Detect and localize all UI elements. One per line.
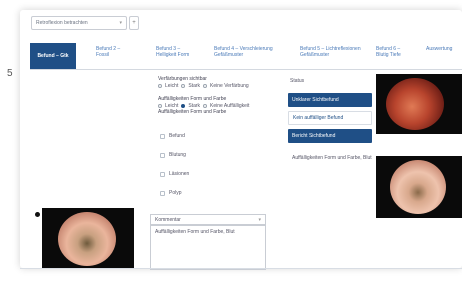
- checkbox[interactable]: [160, 190, 165, 196]
- tab-auswertung[interactable]: Auswertung: [422, 43, 462, 69]
- radio-button[interactable]: [158, 83, 162, 88]
- radio-button[interactable]: [203, 83, 208, 88]
- checkbox-label: Befund: [169, 133, 185, 139]
- endoscopy-image-main[interactable]: [42, 208, 134, 268]
- app-window: Retroflexion betrachten ▾ + Befund – Gtk…: [20, 10, 462, 270]
- checkbox-laesionen[interactable]: Läsionen: [160, 171, 189, 177]
- unklarer-sichtbefund-button[interactable]: Unklarer Sichtbefund: [288, 93, 372, 107]
- radio-button[interactable]: [181, 83, 186, 88]
- radio-button-selected[interactable]: [181, 103, 186, 108]
- radio-label: Keine Verfärbung: [210, 82, 249, 89]
- question-note: Auffälligkeiten Form und Farbe: [158, 109, 227, 115]
- tab-befund-gtk[interactable]: Befund – Gtk: [30, 43, 76, 69]
- tab-divider: [30, 69, 462, 70]
- tab-befund-5[interactable]: Befund 5 – Lichtreflexionen Gefäßmuster: [296, 43, 368, 69]
- radio-label: Leicht: [165, 82, 179, 89]
- side-marker: 5: [7, 68, 13, 79]
- checkbox[interactable]: [160, 133, 165, 139]
- bericht-sichtbefund-button[interactable]: Bericht Sichtbefund: [288, 129, 372, 143]
- chevron-down-icon: ▾: [119, 20, 122, 26]
- tab-bar: Befund – Gtk Befund 2 – Fossil Befund 3 …: [20, 43, 462, 69]
- chevron-down-icon: ▾: [258, 216, 261, 223]
- radio-button[interactable]: [203, 103, 208, 108]
- checkbox-label: Polyp: [169, 190, 182, 196]
- radio-label: Stark: [188, 82, 201, 89]
- checkbox-label: Läsionen: [169, 171, 190, 177]
- question-auffaelligkeiten: Auffälligkeiten Form und Farbe Leicht St…: [158, 96, 249, 116]
- kein-befund-button[interactable]: Kein auffälliger Befund: [288, 111, 372, 125]
- search-value: Retroflexion betrachten: [36, 20, 88, 26]
- tab-befund-4[interactable]: Befund 4 – Verschleierung Gefäßmuster: [210, 43, 282, 69]
- tab-befund-2[interactable]: Befund 2 – Fossil: [92, 43, 136, 69]
- comment-textarea[interactable]: Auffälligkeiten Form und Farbe, Blut: [150, 225, 266, 270]
- status-extra-text: Auffälligkeiten Form und Farbe, Blut: [292, 155, 372, 161]
- endoscopy-image-1[interactable]: [376, 74, 462, 134]
- radio-button[interactable]: [158, 103, 162, 108]
- comment-header[interactable]: Kommentar ▾: [150, 214, 266, 225]
- tab-befund-6[interactable]: Befund 6 – Blutig Tiefe: [372, 43, 418, 69]
- selection-indicator: [35, 212, 40, 217]
- checkbox-blutung[interactable]: Blutung: [160, 152, 186, 158]
- status-label: Status: [290, 78, 305, 84]
- endoscopy-view: [386, 78, 444, 130]
- tab-befund-3[interactable]: Befund 3 – Helligkeit Form: [152, 43, 204, 69]
- add-button[interactable]: +: [129, 16, 139, 30]
- checkbox-label: Blutung: [169, 152, 186, 158]
- endoscopy-view: [390, 160, 446, 214]
- question-verfaerbungen: Verfärbungen sichtbar Leicht Stark Keine…: [158, 76, 249, 89]
- checkbox[interactable]: [160, 152, 165, 158]
- checkbox[interactable]: [160, 171, 165, 177]
- radio-group: Leicht Stark Keine Verfärbung: [158, 83, 249, 90]
- bottom-divider: [20, 268, 462, 269]
- endoscopy-image-2[interactable]: [376, 156, 462, 218]
- comment-label: Kommentar: [155, 216, 181, 223]
- endoscopy-view: [58, 212, 116, 266]
- checkbox-polyp[interactable]: Polyp: [160, 190, 182, 196]
- checkbox-befund[interactable]: Befund: [160, 133, 185, 139]
- search-combobox[interactable]: Retroflexion betrachten ▾: [31, 16, 127, 30]
